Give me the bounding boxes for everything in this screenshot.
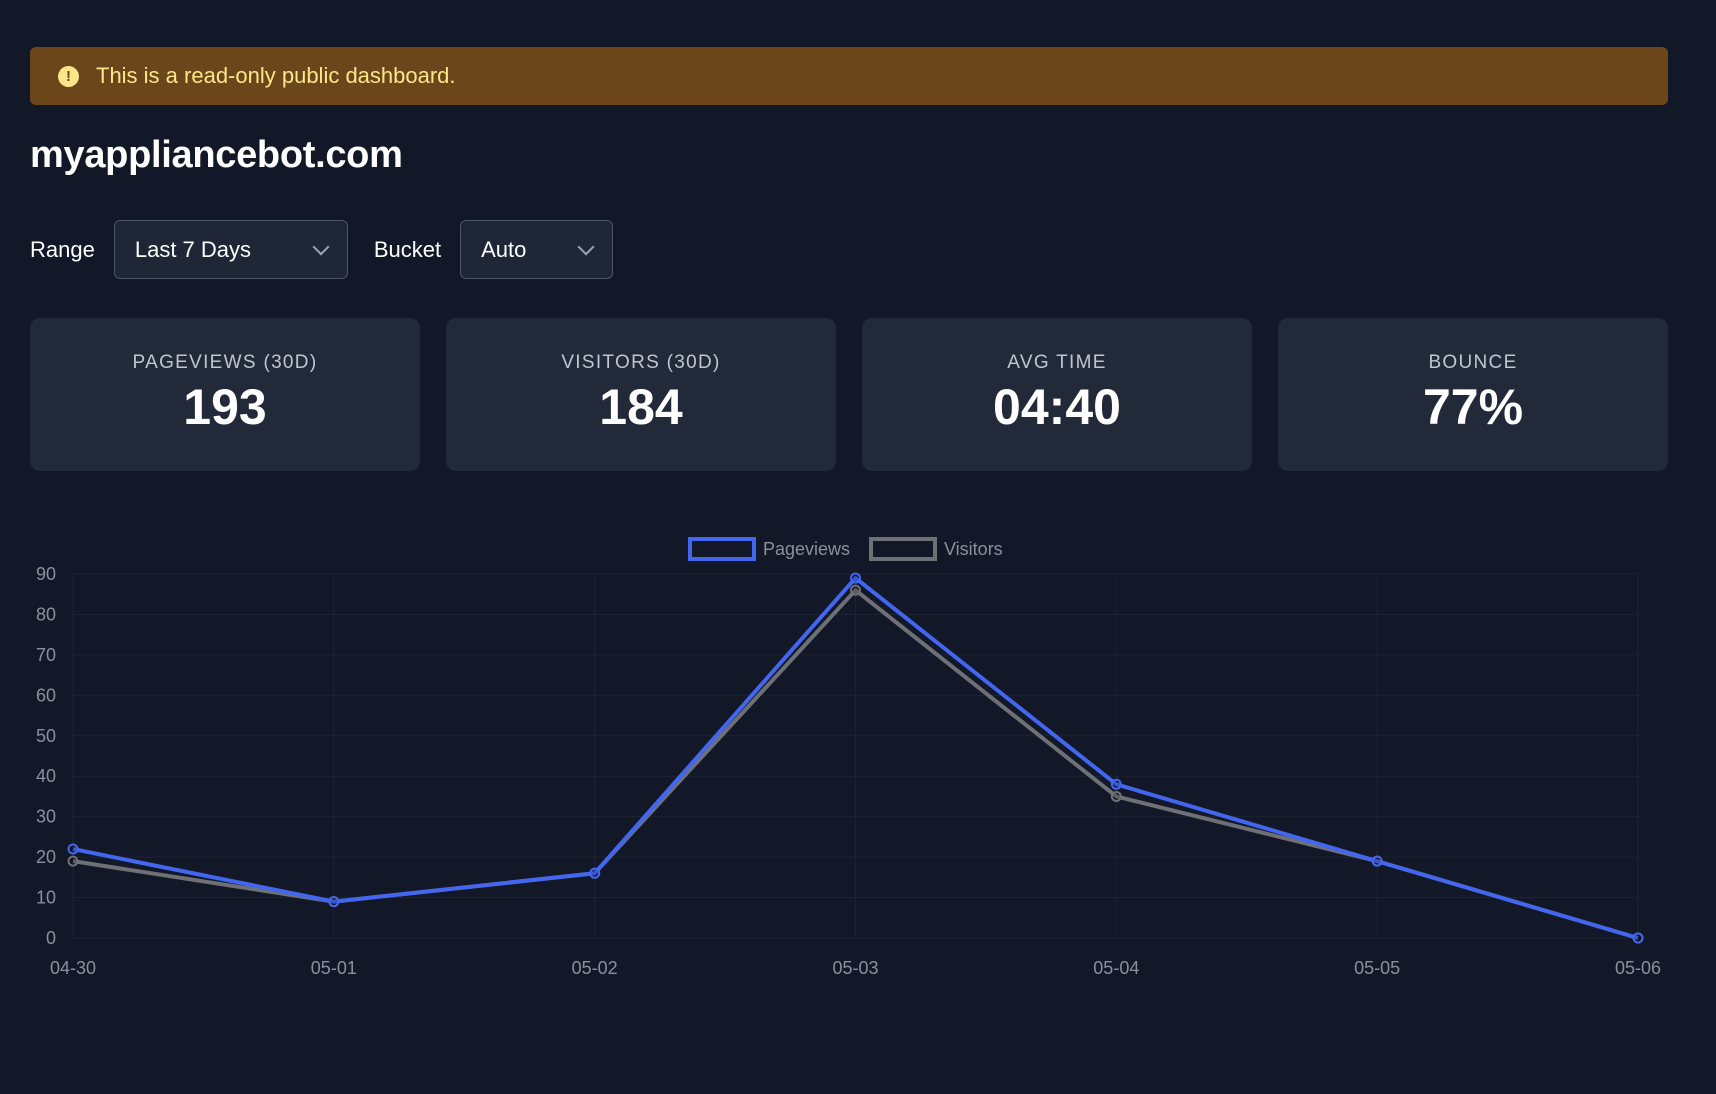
y-tick-label: 30	[36, 807, 56, 827]
read-only-banner: ! This is a read-only public dashboard.	[30, 47, 1668, 105]
stats-row: PAGEVIEWS (30D) 193 VISITORS (30D) 184 A…	[30, 318, 1668, 471]
stat-label: BOUNCE	[1428, 352, 1518, 373]
data-point-pageviews	[1632, 932, 1644, 944]
stat-label: VISITORS (30D)	[561, 352, 721, 373]
banner-text: This is a read-only public dashboard.	[96, 63, 456, 88]
exclamation-icon: !	[58, 65, 79, 87]
y-tick-label: 70	[36, 645, 56, 665]
legend-swatch-pageviews	[688, 537, 756, 561]
page-title: myappliancebot.com	[30, 134, 403, 176]
stat-card-avg-time: AVG TIME 04:40	[862, 318, 1252, 471]
chevron-down-icon	[312, 238, 330, 255]
data-point-pageviews	[328, 896, 340, 908]
stat-value: 184	[599, 379, 683, 435]
data-point-pageviews	[1371, 855, 1383, 867]
x-tick-label: 05-04	[1093, 958, 1139, 978]
y-tick-label: 10	[36, 888, 56, 908]
data-point-visitors	[850, 584, 861, 596]
range-select-value: Last 7 Days	[134, 236, 252, 262]
bucket-select-value: Auto	[481, 236, 527, 262]
legend-label-visitors: Visitors	[944, 539, 1003, 559]
x-tick-label: 05-06	[1615, 958, 1661, 978]
data-point-pageviews	[850, 572, 861, 584]
range-label: Range	[30, 236, 95, 262]
traffic-line-chart: 0 10 20 30 40 50 60 70 80 90 04-30 05-01 05-02 05-03 0…	[36, 537, 1661, 978]
stat-value: 04:40	[993, 379, 1121, 435]
y-tick-label: 50	[36, 726, 56, 746]
stat-value: 77%	[1422, 379, 1524, 435]
range-select[interactable]: Last 7 Days	[113, 220, 348, 279]
legend-swatch-visitors	[869, 537, 937, 561]
bucket-select[interactable]: Auto	[460, 220, 614, 279]
filter-controls: Range Last 7 Days Bucket Auto	[30, 220, 614, 279]
y-tick-label: 60	[36, 685, 56, 705]
legend-label-pageviews: Pageviews	[763, 539, 850, 559]
y-tick-label: 40	[36, 766, 56, 786]
data-point-pageviews	[589, 867, 601, 879]
data-point-pageviews	[67, 843, 79, 855]
dashboard-page: ! This is a read-only public dashboard. …	[0, 0, 1716, 1094]
stat-card-pageviews: PAGEVIEWS (30D) 193	[30, 318, 420, 471]
y-tick-label: 20	[36, 847, 56, 867]
y-tick-label: 80	[36, 604, 56, 624]
chevron-down-icon	[577, 238, 595, 255]
x-tick-label: 04-30	[50, 958, 96, 978]
bucket-label: Bucket	[373, 236, 442, 262]
data-point-pageviews	[1110, 778, 1122, 790]
data-point-visitors	[1110, 790, 1122, 802]
x-tick-label: 05-05	[1354, 958, 1400, 978]
stat-card-bounce: BOUNCE 77%	[1278, 318, 1668, 471]
stat-label: PAGEVIEWS (30D)	[132, 352, 318, 373]
stat-value: 193	[183, 379, 267, 435]
x-tick-label: 05-01	[311, 958, 357, 978]
x-tick-label: 05-03	[832, 958, 878, 978]
data-point-visitors	[67, 855, 79, 867]
stat-label: AVG TIME	[1007, 352, 1107, 373]
y-tick-label: 90	[36, 564, 56, 584]
y-tick-label: 0	[46, 928, 56, 948]
stat-card-visitors: VISITORS (30D) 184	[446, 318, 836, 471]
x-tick-label: 05-02	[572, 958, 618, 978]
